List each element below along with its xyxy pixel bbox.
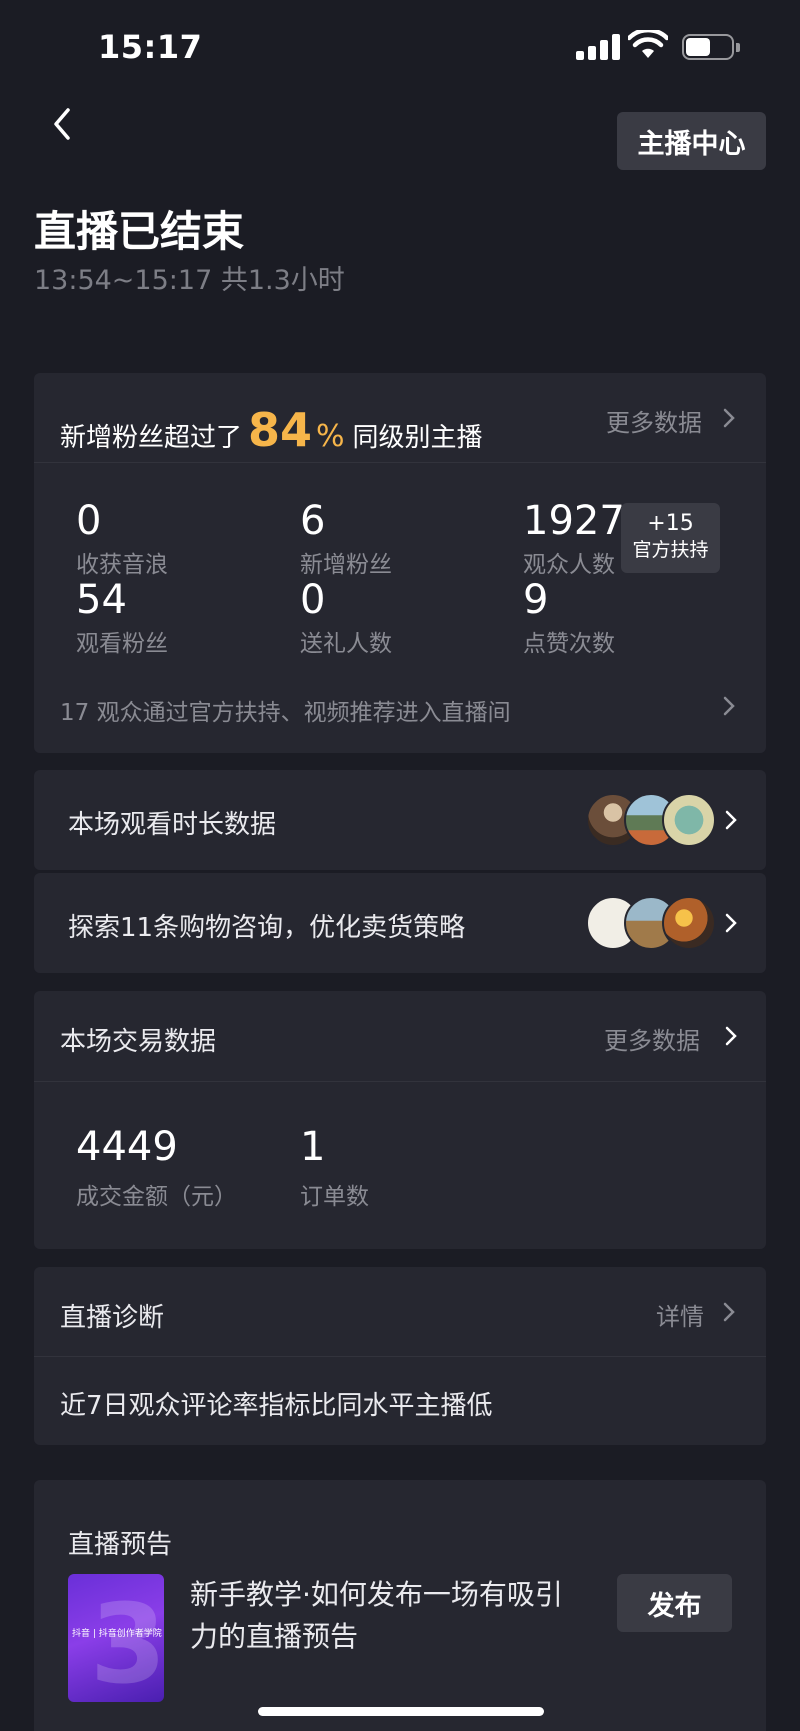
details-link[interactable]: 详情 [656,1297,704,1332]
trade-data-card: 本场交易数据 更多数据 4449 成交金额（元） 1 订单数 [34,991,766,1249]
more-data-link[interactable]: 更多数据 [604,1021,700,1056]
trade-data-title: 本场交易数据 [60,1027,217,1057]
tutorial-thumbnail[interactable]: 3 抖音 | 抖音创作者学院 [68,1574,164,1702]
live-preview-title: 直播预告 [68,1530,173,1560]
home-indicator[interactable] [258,1707,544,1716]
tutorial-description[interactable]: 新手教学·如何发布一场有吸引力的直播预告 [190,1574,570,1658]
status-bar: 15:17 [0,0,800,96]
chevron-right-icon[interactable] [718,407,740,429]
stat-gifters: 0 送礼人数 [300,577,392,657]
back-chevron-icon[interactable] [44,104,84,144]
divider [34,1356,766,1357]
chevron-right-icon[interactable] [720,809,742,831]
divider [34,462,766,463]
chevron-right-icon[interactable] [720,912,742,934]
chevron-right-icon[interactable] [720,1025,742,1047]
shopping-insights-row[interactable]: 探索11条购物咨询，优化卖货策略 [34,873,766,973]
fans-growth-text: 新增粉丝超过了 84 % 同级别主播 [60,403,483,457]
stat-orders: 1 订单数 [300,1124,369,1210]
more-data-link[interactable]: 更多数据 [606,403,702,438]
stat-sound-waves: 0 收获音浪 [76,498,168,578]
stat-new-fans: 6 新增粉丝 [300,498,392,578]
status-time: 15:17 [98,28,203,66]
stat-likes: 9 点赞次数 [523,577,615,657]
chevron-right-icon[interactable] [718,1301,740,1323]
divider [34,1081,766,1082]
watch-duration-label: 本场观看时长数据 [68,810,277,840]
publish-button[interactable]: 发布 [617,1574,732,1632]
stat-viewers: 1927 观众人数 [523,498,625,578]
shopping-insights-label: 探索11条购物咨询，优化卖货策略 [68,913,466,943]
battery-icon [682,34,740,60]
watch-duration-row[interactable]: 本场观看时长数据 [34,770,766,870]
fans-growth-suffix: 同级别主播 [352,423,483,453]
fans-growth-prefix: 新增粉丝超过了 [60,423,243,453]
anchor-center-button[interactable]: 主播中心 [617,112,766,170]
official-boost-badge[interactable]: +15 官方扶持 [621,503,720,573]
chevron-right-icon[interactable] [718,695,740,717]
page-title: 直播已结束 [34,207,245,256]
viewer-avatars [586,793,716,847]
diagnosis-text: 近7日观众评论率指标比同水平主播低 [60,1391,493,1421]
live-duration: 13:54~15:17 共1.3小时 [34,265,345,296]
fans-growth-percent-symbol: % [316,419,345,454]
stat-gmv: 4449 成交金额（元） [76,1124,237,1210]
cellular-signal-icon [576,34,620,60]
avatar [662,896,716,950]
avatar [662,793,716,847]
diagnosis-title: 直播诊断 [60,1303,165,1333]
thumbnail-tag: 抖音 | 抖音创作者学院 [72,1629,162,1639]
shopper-avatars [586,896,716,950]
diagnosis-card: 直播诊断 详情 近7日观众评论率指标比同水平主播低 [34,1267,766,1445]
live-preview-card: 直播预告 3 抖音 | 抖音创作者学院 新手教学·如何发布一场有吸引力的直播预告… [34,1480,766,1731]
boost-source-text[interactable]: 17 观众通过官方扶持、视频推荐进入直播间 [60,693,511,727]
stat-watching-fans: 54 观看粉丝 [76,577,168,657]
wifi-icon [628,30,668,58]
fans-growth-percent: 84 [248,403,313,457]
stats-card: 新增粉丝超过了 84 % 同级别主播 更多数据 0 收获音浪 6 新增粉丝 19… [34,373,766,753]
